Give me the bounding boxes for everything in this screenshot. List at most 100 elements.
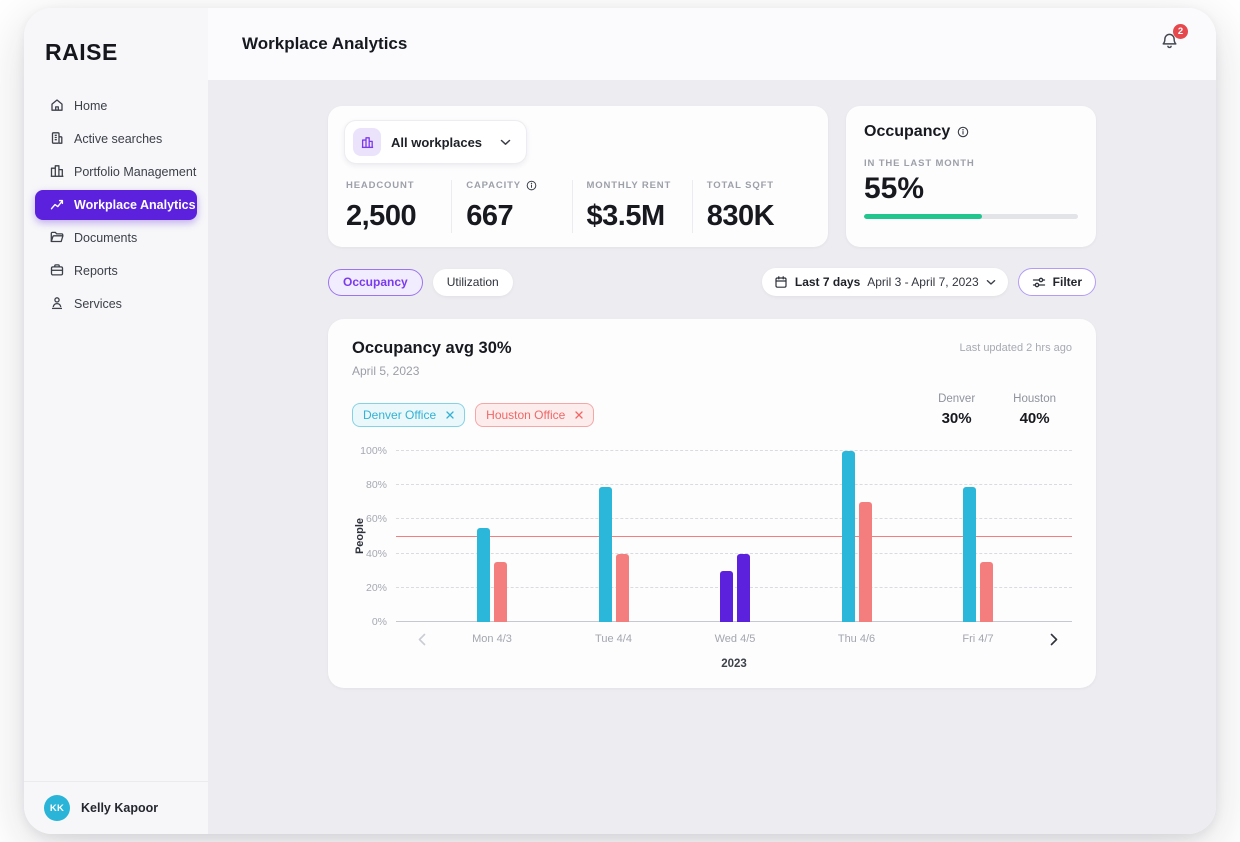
chart-x-labels: Mon 4/3 Tue 4/4 Wed 4/5 Thu 4/6 Fri 4/7	[396, 633, 1072, 645]
y-tick-label: 80%	[365, 479, 387, 492]
summary-row: All workplaces HEADCOUNT 2,500 CAPACITY	[328, 106, 1096, 247]
y-tick-label: 100%	[360, 445, 387, 457]
calendar-icon	[774, 275, 788, 289]
chart-prev-icon[interactable]	[418, 633, 426, 646]
app-logo: RAISE	[45, 39, 118, 65]
bar-group[interactable]	[598, 451, 629, 622]
x-tick-label: Fri 4/7	[962, 633, 994, 645]
sidebar-item-home[interactable]: Home	[35, 91, 197, 121]
sidebar-item-portfolio-management[interactable]: Portfolio Management	[35, 157, 197, 187]
folder-icon	[49, 229, 65, 248]
sidebar: RAISE Home Active searches Portfolio Man…	[24, 8, 208, 834]
selected-day-stats: Denver 30% Houston 40%	[938, 393, 1072, 427]
sidebar-item-label: Portfolio Management	[74, 165, 197, 179]
x-axis-year-label: 2023	[721, 658, 747, 670]
chip-denver-office: Denver Office	[352, 403, 466, 427]
chart-area: People 0% 20% 40% 60% 80% 100% Mon 4/3 Tue 4/4…	[352, 445, 1072, 670]
remove-houston-chip-icon[interactable]	[575, 411, 583, 419]
chart-title: Occupancy avg 30%	[352, 339, 512, 357]
stat-capacity: CAPACITY 667	[451, 180, 571, 233]
bar-group[interactable]	[720, 451, 750, 622]
y-tick-label: 20%	[365, 581, 387, 594]
legend-label: Houston	[1013, 393, 1056, 405]
sidebar-nav: Home Active searches Portfolio Managemen…	[24, 91, 208, 319]
bar-denver-office[interactable]	[477, 527, 490, 622]
bar-houston-office[interactable]	[858, 502, 872, 622]
occupancy-chart-card: Occupancy avg 30% April 5, 2023 Last upd…	[328, 319, 1096, 688]
user-menu[interactable]: KK Kelly Kapoor	[24, 781, 208, 834]
bar-houston-office[interactable]	[615, 553, 629, 622]
tab-label: Occupancy	[343, 275, 408, 289]
bar-denver-office[interactable]	[963, 486, 976, 622]
line-chart-icon	[49, 196, 65, 215]
bar-denver-office[interactable]	[598, 486, 612, 622]
tab-utilization[interactable]: Utilization	[432, 268, 513, 296]
chevron-down-icon	[986, 279, 996, 286]
remove-denver-chip-icon[interactable]	[446, 411, 454, 419]
sidebar-item-reports[interactable]: Reports	[35, 256, 197, 286]
chart-plot: 0% 20% 40% 60% 80% 100%	[360, 445, 1072, 628]
workplace-selector-label: All workplaces	[391, 134, 483, 150]
date-preset-label: Last 7 days	[794, 275, 861, 289]
bar-denver-office[interactable]	[720, 570, 733, 622]
top-bar: Workplace Analytics 2	[208, 8, 1216, 80]
bell-icon	[1159, 33, 1180, 56]
x-tick-label: Mon 4/3	[472, 633, 512, 645]
bar-group[interactable]	[477, 451, 507, 622]
info-icon[interactable]	[526, 180, 537, 191]
stat-label: HEADCOUNT	[346, 180, 415, 191]
tab-occupancy[interactable]: Occupancy	[328, 268, 423, 296]
occupancy-progress-track	[864, 214, 1078, 219]
page-title: Workplace Analytics	[242, 34, 408, 53]
denver-stat: Denver 30%	[938, 393, 975, 427]
home-icon	[49, 97, 65, 116]
stat-value: 2,500	[346, 200, 417, 232]
buildings-icon	[49, 163, 65, 182]
legend-label: Denver	[938, 393, 976, 405]
chip-label: Houston Office	[486, 408, 566, 422]
chart-next-icon[interactable]	[1050, 633, 1058, 646]
bar-houston-office[interactable]	[980, 562, 993, 622]
stat-monthly-rent: MONTHLY RENT $3.5M	[571, 180, 692, 233]
bar-denver-office[interactable]	[841, 451, 855, 622]
sidebar-item-documents[interactable]: Documents	[35, 223, 197, 253]
x-tick-label: Wed 4/5	[714, 633, 756, 645]
sidebar-item-active-searches[interactable]: Active searches	[35, 124, 197, 154]
occupancy-summary-card: Occupancy IN THE LAST MONTH 55%	[846, 106, 1096, 247]
workplaces-icon	[353, 128, 381, 156]
chevron-down-icon	[500, 139, 511, 146]
date-range-label: April 3 - April 7, 2023	[867, 275, 979, 289]
occupancy-card-title: Occupancy	[864, 123, 951, 140]
date-range-picker[interactable]: Last 7 days April 3 - April 7, 2023	[761, 268, 1008, 296]
x-tick-label: Thu 4/6	[837, 633, 876, 645]
chart-subtitle: April 5, 2023	[352, 364, 420, 378]
user-name: Kelly Kapoor	[81, 801, 159, 815]
controls-row: Occupancy Utilization Last 7 days April …	[328, 268, 1096, 296]
legend-value: 40%	[1019, 410, 1050, 427]
bar-houston-office[interactable]	[494, 562, 507, 622]
filter-label: Filter	[1052, 275, 1082, 289]
sidebar-item-workplace-analytics[interactable]: Workplace Analytics	[35, 190, 197, 220]
sidebar-item-label: Reports	[74, 264, 118, 278]
chip-houston-office: Houston Office	[475, 403, 595, 427]
info-icon[interactable]	[957, 126, 969, 138]
sidebar-item-services[interactable]: Services	[35, 289, 197, 319]
sliders-icon	[1032, 276, 1046, 289]
notifications-button[interactable]: 2	[1159, 24, 1188, 57]
bar-houston-office[interactable]	[737, 553, 750, 622]
person-icon	[49, 295, 65, 314]
bar-group[interactable]	[841, 451, 872, 622]
stat-label: CAPACITY	[466, 180, 521, 191]
workplace-selector[interactable]: All workplaces	[344, 120, 528, 164]
stat-label: TOTAL SQFT	[706, 180, 774, 191]
sidebar-item-label: Active searches	[74, 132, 163, 146]
y-tick-label: 60%	[365, 513, 387, 526]
occupancy-value: 55%	[864, 172, 925, 205]
legend-value: 30%	[941, 410, 972, 427]
y-tick-label: 0%	[371, 616, 387, 628]
app-window: RAISE Home Active searches Portfolio Man…	[24, 8, 1216, 834]
stat-value: 667	[466, 200, 514, 232]
chip-label: Denver Office	[363, 408, 437, 422]
bar-group[interactable]	[963, 451, 993, 622]
filter-button[interactable]: Filter	[1017, 268, 1096, 296]
